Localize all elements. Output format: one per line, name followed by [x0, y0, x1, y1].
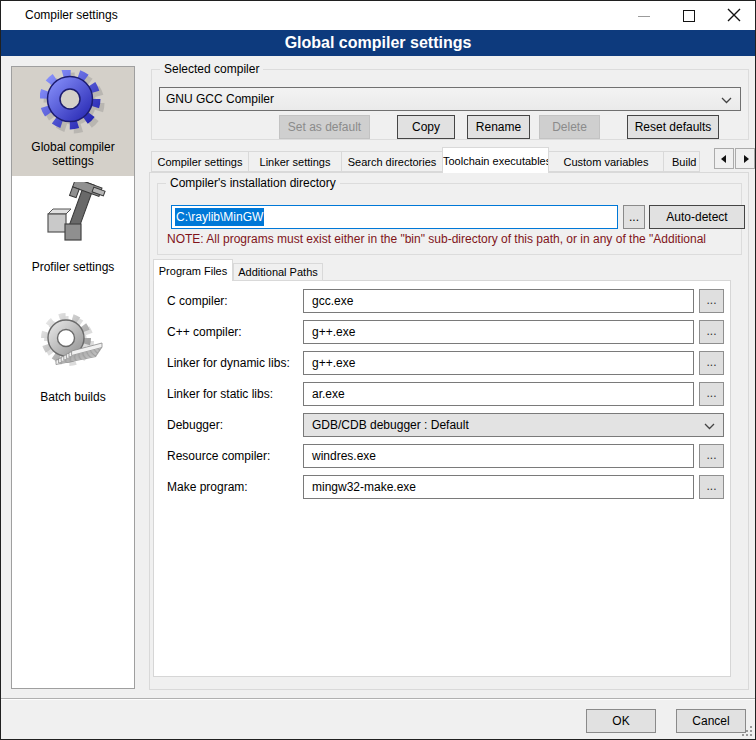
linker-for-dynamic-libs-input[interactable]: g++.exe	[303, 351, 694, 375]
chevron-down-icon	[721, 97, 732, 104]
arrow-left-icon	[721, 155, 726, 163]
c-compiler-input[interactable]: g++.exe	[303, 320, 694, 344]
maximize-button[interactable]	[674, 1, 704, 30]
tab-custom-variables[interactable]: Custom variables	[548, 151, 664, 172]
compiler-select-value: GNU GCC Compiler	[166, 92, 274, 106]
tab-linker-settings[interactable]: Linker settings	[248, 151, 342, 172]
cancel-button[interactable]: Cancel	[676, 709, 746, 733]
tab-build-options[interactable]: Build options	[663, 151, 700, 172]
close-icon	[719, 1, 749, 30]
footer-separator	[1, 698, 755, 700]
make-program-browse-button[interactable]: ...	[699, 475, 724, 499]
tab-search-directories[interactable]: Search directories	[341, 151, 443, 172]
debugger-select[interactable]: GDB/CDB debugger : Default	[303, 413, 724, 437]
tab-toolchain-executables[interactable]: Toolchain executables	[442, 147, 549, 173]
window-title: Compiler settings	[25, 1, 118, 30]
compiler-select[interactable]: GNU GCC Compiler	[159, 87, 741, 111]
c-compiler-browse-button[interactable]: ...	[699, 289, 724, 313]
resource-compiler-browse-button[interactable]: ...	[699, 444, 724, 468]
c-compiler-label: C compiler:	[167, 289, 228, 313]
linker-for-dynamic-libs-label: Linker for dynamic libs:	[167, 351, 290, 375]
resize-grip[interactable]	[740, 724, 752, 736]
resource-compiler-label: Resource compiler:	[167, 444, 270, 468]
selected-compiler-legend: Selected compiler	[160, 62, 263, 76]
sidebar-item-label: Profiler settings	[12, 260, 134, 274]
delete-button[interactable]: Delete	[539, 115, 600, 139]
ok-button[interactable]: OK	[586, 709, 656, 733]
autodetect-button[interactable]: Auto-detect	[649, 205, 745, 229]
minimize-button[interactable]	[629, 1, 659, 30]
make-program-label: Make program:	[167, 475, 248, 499]
chevron-down-icon	[704, 423, 715, 430]
sidebar-item-batch-builds[interactable]: Batch builds	[12, 310, 134, 422]
installation-dir-input[interactable]: C:\raylib\MinGW	[171, 205, 618, 229]
rename-button[interactable]: Rename	[467, 115, 530, 139]
c-compiler-label: C++ compiler:	[167, 320, 242, 344]
c-compiler-browse-button[interactable]: ...	[699, 320, 724, 344]
set-as-default-button[interactable]: Set as default	[279, 115, 370, 139]
subtab-program-files[interactable]: Program Files	[153, 259, 233, 281]
subtab-label: Program Files	[159, 265, 227, 277]
tab-compiler-settings[interactable]: Compiler settings	[151, 151, 249, 172]
tab-scroll-left-button[interactable]	[714, 148, 734, 169]
linker-for-static-libs-browse-button[interactable]: ...	[699, 382, 724, 406]
caliper-icon	[40, 182, 106, 248]
browse-dir-button[interactable]: ...	[623, 205, 645, 229]
subtab-additional-paths[interactable]: Additional Paths	[233, 263, 323, 281]
maximize-icon	[683, 10, 695, 22]
copy-button[interactable]: Copy	[397, 115, 455, 139]
sidebar-item-label: Batch builds	[12, 390, 134, 404]
tab-label: Build options	[664, 156, 700, 168]
subtab-label: Additional Paths	[238, 266, 318, 278]
category-list: Global compiler settings Profiler settin…	[11, 66, 135, 689]
note-text: NOTE: All programs must exist either in …	[167, 232, 739, 246]
reset-defaults-button[interactable]: Reset defaults	[627, 115, 719, 139]
installation-dir-legend: Compiler's installation directory	[166, 176, 340, 190]
linker-for-static-libs-input[interactable]: ar.exe	[303, 382, 694, 406]
debugger-label: Debugger:	[167, 413, 223, 437]
sidebar-item-profiler-settings[interactable]: Profiler settings	[12, 180, 134, 292]
installation-dir-selected-text: C:\raylib\MinGW	[175, 208, 264, 226]
gray-gear-stack-icon	[40, 312, 106, 378]
sidebar-item-label: Global compiler settings	[12, 140, 134, 168]
titlebar: Compiler settings	[1, 1, 755, 30]
sidebar-item-global-compiler-settings[interactable]: Global compiler settings	[12, 67, 134, 176]
blue-gear-icon	[40, 70, 106, 136]
linker-for-dynamic-libs-browse-button[interactable]: ...	[699, 351, 724, 375]
make-program-input[interactable]: mingw32-make.exe	[303, 475, 694, 499]
dialog-header: Global compiler settings	[1, 30, 755, 56]
resource-compiler-input[interactable]: windres.exe	[303, 444, 694, 468]
close-button[interactable]	[719, 1, 749, 30]
tab-scroll-right-button[interactable]	[735, 148, 755, 169]
minimize-icon	[638, 16, 650, 17]
compiler-settings-window: Compiler settings Global compiler settin…	[0, 0, 756, 740]
arrow-right-icon	[744, 155, 749, 163]
linker-for-static-libs-label: Linker for static libs:	[167, 382, 273, 406]
c-compiler-input[interactable]: gcc.exe	[303, 289, 694, 313]
